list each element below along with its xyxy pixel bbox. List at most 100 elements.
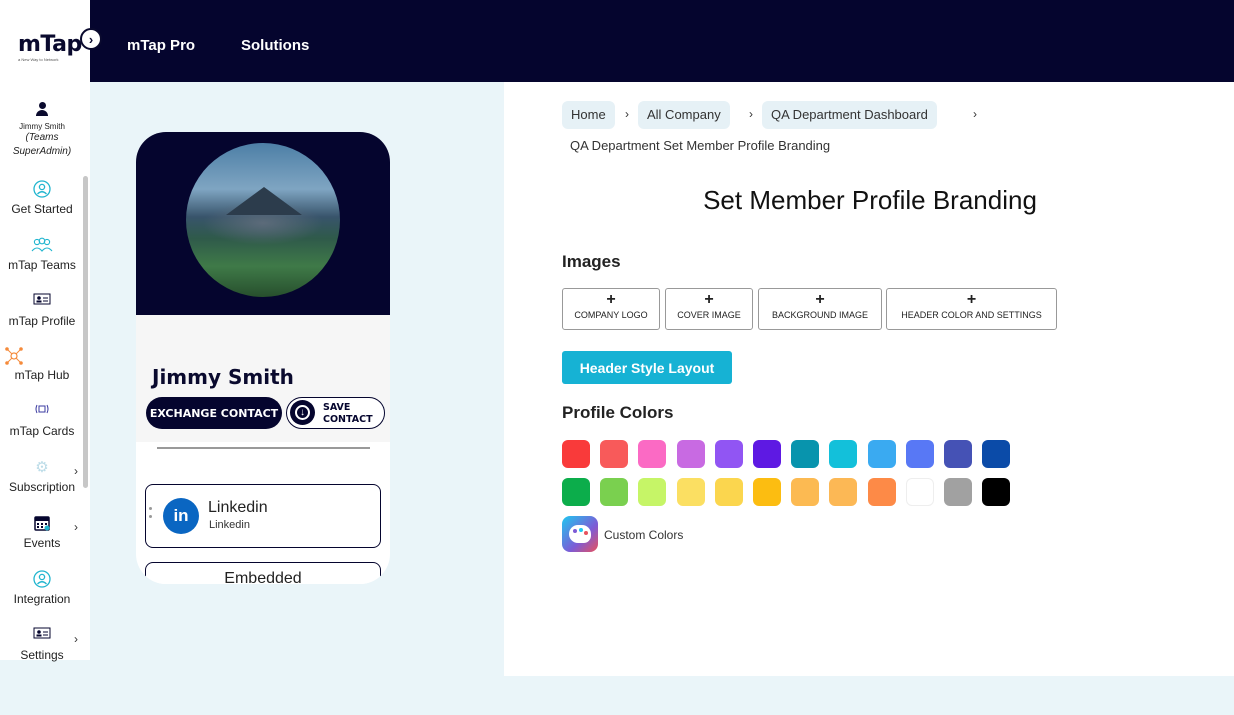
gear-icon: ⚙	[35, 459, 49, 476]
sidebar-item-label: Settings	[20, 648, 64, 662]
color-swatch[interactable]	[982, 440, 1011, 468]
page-title: Set Member Profile Branding	[703, 185, 1037, 215]
preview-divider	[157, 447, 370, 449]
profile-preview-phone: Jimmy Smith EXCHANGE CONTACT ↓ SAVE CONTA…	[136, 132, 390, 584]
color-swatch[interactable]	[944, 440, 972, 468]
color-swatch[interactable]	[676, 440, 705, 468]
color-swatch[interactable]	[829, 478, 858, 506]
sidebar-item-mtap-hub[interactable]: mTap Hub	[0, 346, 84, 382]
chevron-right-icon: ›	[88, 31, 94, 47]
id-card-icon	[0, 626, 84, 646]
color-swatch[interactable]	[944, 478, 972, 506]
palette-icon[interactable]	[562, 516, 598, 552]
drag-handle-icon[interactable]	[149, 507, 152, 510]
color-swatch[interactable]	[714, 478, 743, 506]
chevron-right-icon: ›	[74, 464, 78, 478]
top-navbar: mTap Pro Solutions	[90, 0, 1234, 82]
breadcrumb-qa-dashboard[interactable]: QA Department Dashboard	[762, 101, 937, 129]
download-icon: ↓	[290, 400, 315, 425]
sidebar-item-label: mTap Cards	[9, 424, 75, 438]
color-swatch[interactable]	[867, 440, 896, 468]
background-image-button[interactable]: + BACKGROUND IMAGE	[758, 288, 882, 330]
user-icon	[36, 102, 48, 116]
sidebar-item-events[interactable]: › Events	[0, 514, 84, 550]
nav-mtap-pro[interactable]: mTap Pro	[127, 37, 195, 54]
plus-icon: +	[815, 291, 825, 308]
color-swatch[interactable]	[791, 478, 820, 506]
sidebar-item-label: mTap Profile	[8, 314, 76, 328]
color-swatch[interactable]	[791, 440, 820, 468]
color-swatch[interactable]	[905, 440, 934, 468]
chevron-right-icon: ›	[749, 107, 753, 121]
logo-area: mTap a New Way to Network	[0, 0, 90, 82]
color-swatch[interactable]	[638, 440, 667, 468]
preview-name: Jimmy Smith	[152, 365, 294, 389]
sidebar-item-label: mTap Hub	[14, 368, 70, 382]
user-circle-icon	[0, 570, 84, 590]
sidebar-item-subscription[interactable]: ⚙ › Subscription	[0, 458, 84, 494]
color-swatch[interactable]	[562, 440, 590, 468]
color-swatch[interactable]	[905, 478, 934, 506]
breadcrumb-all-company[interactable]: All Company	[638, 101, 730, 129]
sidebar-item-label: Subscription	[8, 480, 76, 494]
plus-icon: +	[966, 291, 977, 308]
link-subtitle: Linkedin	[209, 519, 250, 531]
sidebar-item-label: mTap Teams	[8, 258, 76, 272]
sidebar-item-label: Get Started	[11, 202, 73, 216]
nfc-card-icon	[0, 402, 84, 422]
sidebar-item-mtap-teams[interactable]: mTap Teams	[0, 236, 84, 272]
color-swatch[interactable]	[867, 478, 896, 506]
team-icon	[0, 236, 84, 256]
hub-network-icon	[0, 346, 84, 366]
save-contact-label: SAVE CONTACT	[323, 402, 373, 425]
exchange-contact-button[interactable]: EXCHANGE CONTACT	[146, 397, 282, 429]
sidebar-item-settings[interactable]: › Settings	[0, 626, 84, 662]
color-swatch[interactable]	[600, 440, 629, 468]
user-name: Jimmy Smith	[19, 122, 65, 131]
plus-icon: +	[606, 291, 616, 308]
preview-header	[136, 132, 390, 315]
linkedin-icon: in	[163, 498, 199, 534]
header-color-settings-button[interactable]: + HEADER COLOR AND SETTINGS	[886, 288, 1057, 330]
user-circle-icon	[0, 180, 84, 200]
color-swatch[interactable]	[638, 478, 667, 506]
calendar-icon	[0, 514, 84, 534]
breadcrumb-current: QA Department Set Member Profile Brandin…	[570, 138, 831, 153]
sidebar-item-integration[interactable]: Integration	[0, 570, 84, 606]
brand-tagline: a New Way to Network	[18, 57, 59, 62]
header-style-layout-button[interactable]: Header Style Layout	[562, 351, 732, 384]
main-panel: Home › All Company › QA Department Dashb…	[504, 82, 1234, 676]
linkedin-link-card[interactable]: in Linkedin Linkedin	[145, 484, 381, 548]
chevron-right-icon: ›	[74, 632, 78, 646]
custom-colors-label[interactable]: Custom Colors	[604, 528, 683, 542]
sidebar-item-mtap-profile[interactable]: mTap Profile	[0, 292, 84, 328]
embedded-link-card[interactable]: Embedded	[145, 562, 381, 584]
color-swatch[interactable]	[982, 478, 1011, 506]
sidebar-scrollbar[interactable]	[83, 176, 88, 488]
color-swatch[interactable]	[753, 440, 781, 468]
profile-avatar-image	[186, 143, 340, 297]
color-swatch[interactable]	[829, 440, 858, 468]
cover-image-button[interactable]: + COVER IMAGE	[665, 288, 753, 330]
sidebar-item-label: Events	[23, 536, 61, 550]
sidebar-user[interactable]: Jimmy Smith (Teams SuperAdmin)	[0, 102, 84, 159]
color-swatch[interactable]	[714, 440, 743, 468]
images-heading: Images	[562, 252, 621, 271]
save-contact-button[interactable]: ↓ SAVE CONTACT	[286, 397, 385, 429]
chevron-right-icon: ›	[625, 107, 629, 121]
id-card-icon	[0, 292, 84, 312]
color-swatch[interactable]	[562, 478, 590, 506]
embedded-title: Embedded	[224, 570, 302, 584]
brand-logo[interactable]: mTap	[18, 32, 82, 57]
breadcrumb-home[interactable]: Home	[562, 101, 615, 129]
color-swatch[interactable]	[600, 478, 629, 506]
profile-colors-heading: Profile Colors	[562, 403, 674, 422]
color-swatch[interactable]	[676, 478, 705, 506]
color-swatch[interactable]	[753, 478, 781, 506]
sidebar-item-mtap-cards[interactable]: mTap Cards	[0, 402, 84, 438]
company-logo-button[interactable]: + COMPANY LOGO	[562, 288, 660, 330]
nav-solutions[interactable]: Solutions	[241, 37, 309, 54]
sidebar-toggle-button[interactable]: ›	[80, 28, 102, 50]
sidebar-item-get-started[interactable]: Get Started	[0, 180, 84, 216]
sidebar-item-label: Integration	[13, 592, 71, 606]
